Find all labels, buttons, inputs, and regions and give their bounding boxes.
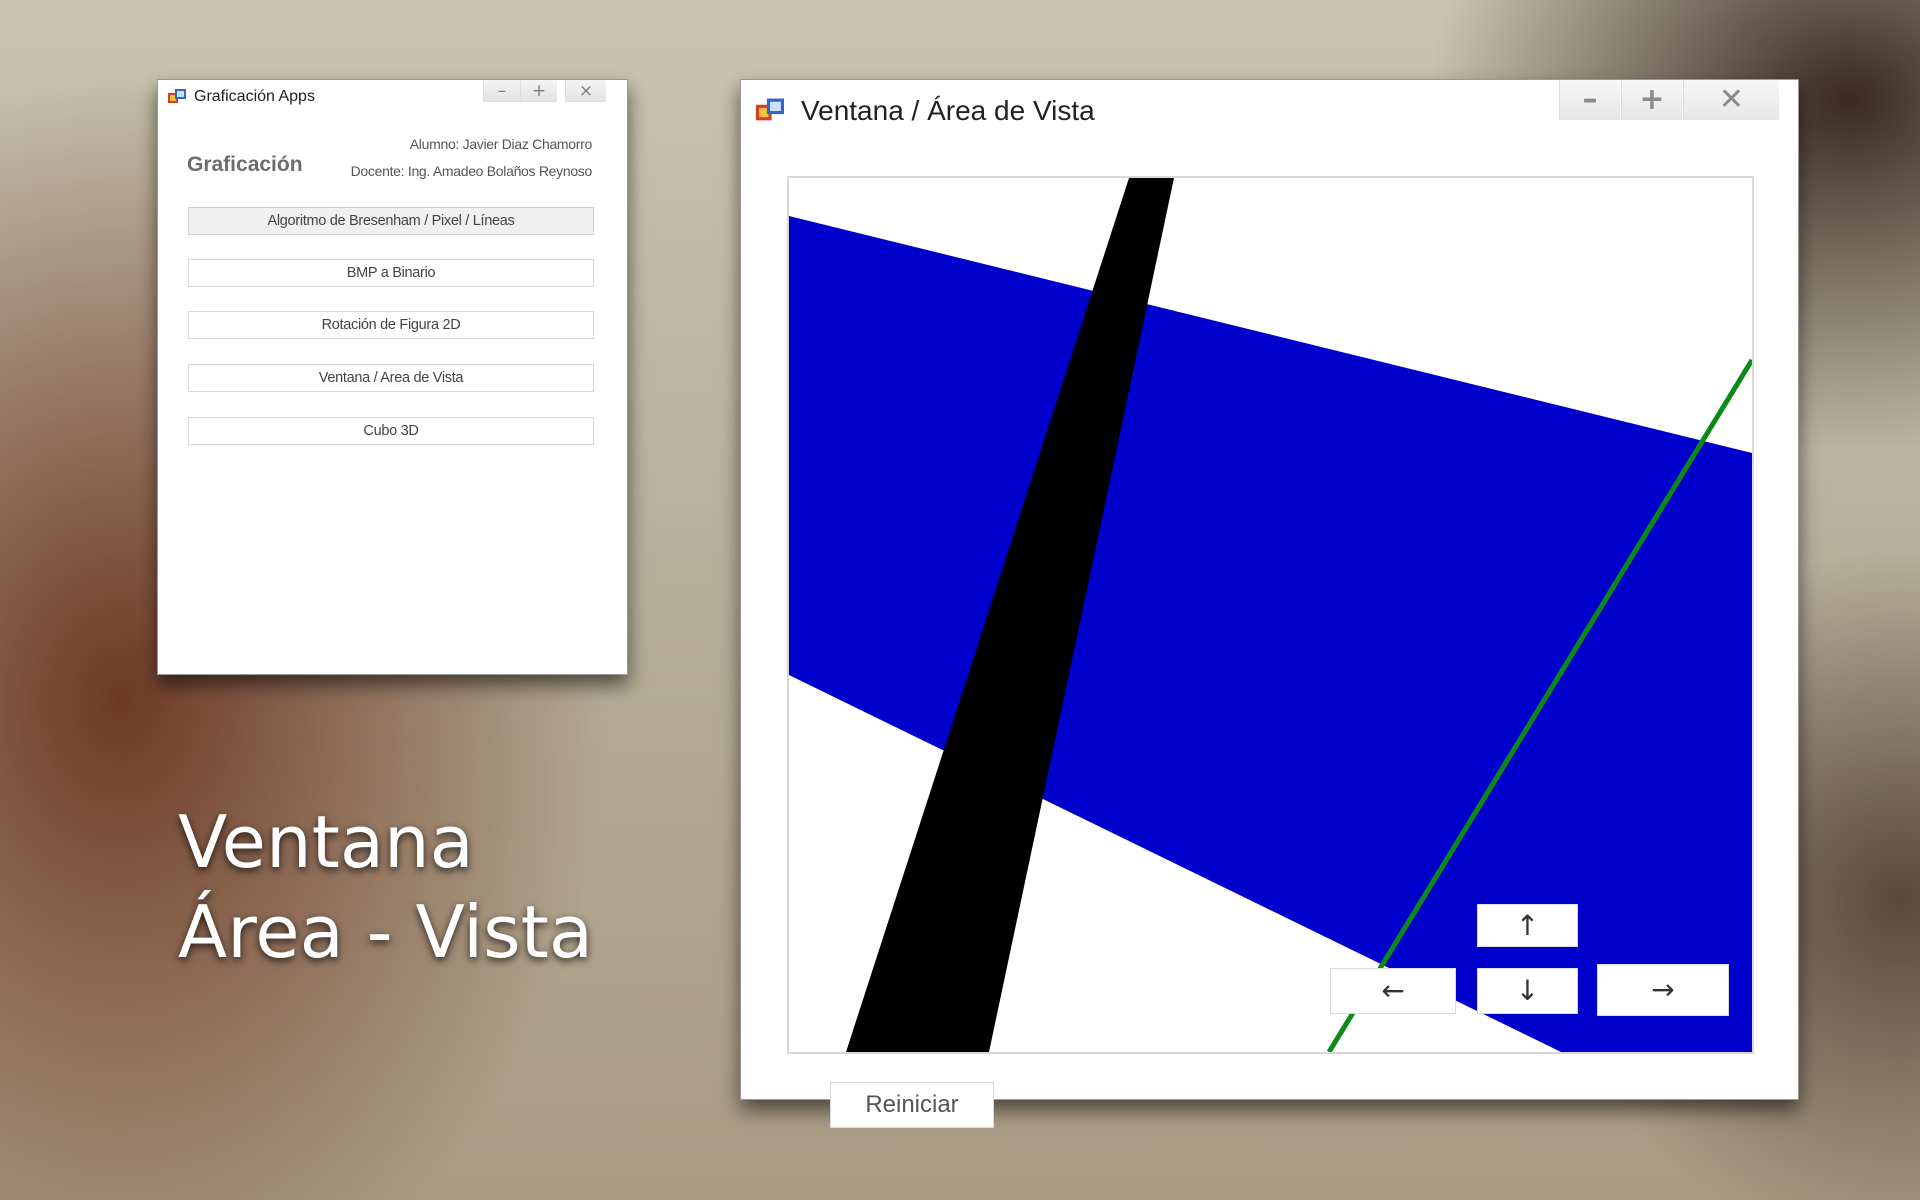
caption-line-1: Ventana xyxy=(178,800,474,884)
left-arrow-button[interactable]: ← xyxy=(1330,968,1456,1014)
rotation-2d-button[interactable]: Rotación de Figura 2D xyxy=(188,311,594,339)
teacher-label: Docente: Ing. Amadeo Bolaños Reynoso xyxy=(350,163,593,179)
bresenham-button[interactable]: Algoritmo de Bresenham / Pixel / Líneas xyxy=(188,207,594,235)
close-button[interactable]: ✕ xyxy=(1683,80,1779,120)
caption-line-2: Área - Vista xyxy=(178,890,593,974)
maximize-button[interactable]: + xyxy=(1621,80,1682,120)
down-arrow-button[interactable]: ↓ xyxy=(1477,968,1578,1014)
up-arrow-button[interactable]: ↑ xyxy=(1477,904,1578,947)
viewport-window: Ventana / Área de Vista – + ✕ Reiniciar … xyxy=(740,79,1799,1128)
app-icon xyxy=(756,98,784,121)
bmp-binary-button[interactable]: BMP a Binario xyxy=(188,259,594,287)
viewport-button[interactable]: Ventana / Area de Vista xyxy=(188,364,594,392)
minimize-button[interactable]: – xyxy=(1559,80,1620,120)
apps-window-title: Graficación Apps xyxy=(194,88,315,105)
viewport-titlebar[interactable]: Ventana / Área de Vista – + ✕ xyxy=(741,80,1798,140)
canvas-drawing xyxy=(789,178,1752,1052)
apps-window: Graficación Apps – + × Graficación Alumn… xyxy=(157,79,628,675)
student-label: Alumno: Javier Diaz Chamorro xyxy=(409,136,593,152)
cube-3d-button[interactable]: Cubo 3D xyxy=(188,417,594,445)
reset-button[interactable]: Reiniciar xyxy=(830,1082,994,1128)
viewport-window-title: Ventana / Área de Vista xyxy=(801,95,1095,126)
minimize-button[interactable]: – xyxy=(483,80,520,102)
apps-titlebar[interactable]: Graficación Apps – + × xyxy=(158,80,627,116)
app-icon xyxy=(168,89,186,103)
maximize-button[interactable]: + xyxy=(520,80,557,102)
drawing-canvas[interactable] xyxy=(787,176,1754,1054)
right-arrow-button[interactable]: → xyxy=(1597,964,1729,1016)
brand-title: Graficación xyxy=(187,153,303,176)
close-button[interactable]: × xyxy=(565,80,606,102)
